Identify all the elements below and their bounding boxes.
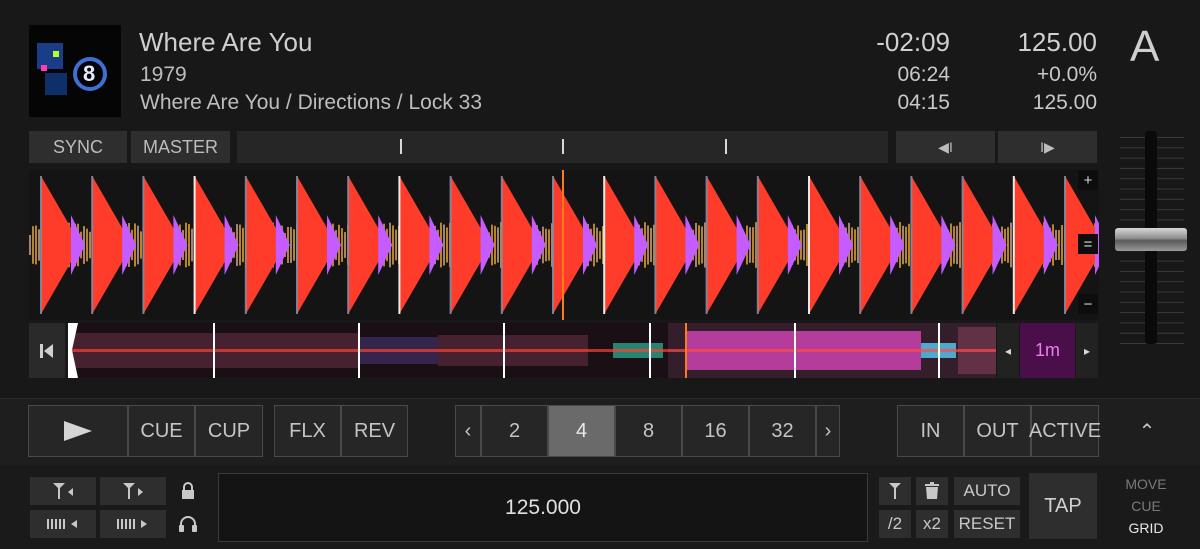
tempo-fader-knob[interactable] bbox=[1115, 228, 1187, 251]
set-grid-marker-right-icon bbox=[123, 483, 143, 499]
zoom-out-button[interactable]: − bbox=[1078, 294, 1098, 314]
loop-size-16[interactable]: 16 bbox=[682, 405, 749, 457]
grid-shift-right-button[interactable] bbox=[100, 510, 166, 538]
loop-size-display[interactable]: 1m bbox=[1020, 323, 1075, 378]
loop-active-button[interactable]: ACTIVE bbox=[1029, 405, 1101, 457]
play-icon bbox=[64, 421, 92, 441]
nudge-back-button[interactable]: ◀I bbox=[896, 131, 995, 163]
track-artist: 1979 bbox=[140, 63, 187, 86]
grid-marker-icon bbox=[889, 483, 901, 499]
loop-prev-button[interactable]: ‹ bbox=[455, 405, 481, 457]
loop-size-4[interactable]: 4 bbox=[548, 405, 615, 457]
track-overview[interactable] bbox=[68, 323, 996, 378]
play-button[interactable] bbox=[28, 405, 128, 457]
flux-button[interactable]: FLX bbox=[274, 405, 341, 457]
master-button[interactable]: MASTER bbox=[131, 131, 230, 163]
grid-shift-left-icon bbox=[47, 519, 77, 529]
pitch-display: +0.0% bbox=[1036, 63, 1097, 86]
lock-icon bbox=[182, 482, 194, 499]
skip-to-start-icon bbox=[40, 343, 53, 358]
stripe-waveform[interactable] bbox=[29, 170, 1099, 320]
zoom-reset-button[interactable]: = bbox=[1078, 234, 1098, 254]
bpm-double-button[interactable]: x2 bbox=[916, 510, 948, 538]
grid-shift-left-button[interactable] bbox=[30, 510, 96, 538]
phase-meter bbox=[237, 131, 888, 163]
loop-size-32[interactable]: 32 bbox=[749, 405, 816, 457]
track-album: Where Are You / Directions / Lock 33 bbox=[140, 91, 483, 114]
loop-in-button[interactable]: IN bbox=[897, 405, 964, 457]
mode-cue-button[interactable]: CUE bbox=[1110, 498, 1182, 514]
loop-size-2[interactable]: 2 bbox=[481, 405, 548, 457]
time-total: 06:24 bbox=[897, 63, 950, 86]
grid-shift-right-icon bbox=[117, 519, 147, 529]
sync-button[interactable]: SYNC bbox=[29, 131, 127, 163]
grid-bpm-display[interactable]: 125.000 bbox=[218, 473, 868, 542]
zoom-in-button[interactable]: + bbox=[1078, 170, 1098, 190]
reverse-button[interactable]: REV bbox=[341, 405, 408, 457]
tap-tempo-button[interactable]: TAP bbox=[1029, 473, 1097, 539]
cue-button[interactable]: CUE bbox=[128, 405, 195, 457]
grid-metronome-button[interactable] bbox=[172, 510, 204, 538]
cover-art: 8 bbox=[29, 25, 121, 117]
grid-lock-button[interactable] bbox=[172, 477, 204, 505]
track-title: Where Are You bbox=[139, 27, 313, 57]
loop-next-button[interactable]: › bbox=[816, 405, 840, 457]
auto-grid-button[interactable]: AUTO bbox=[954, 477, 1020, 505]
loop-size-8[interactable]: 8 bbox=[615, 405, 682, 457]
trash-icon bbox=[925, 482, 939, 499]
bpm-half-button[interactable]: /2 bbox=[879, 510, 911, 538]
loop-size-next-button[interactable]: ▸ bbox=[1076, 323, 1098, 378]
set-grid-marker-left-icon bbox=[53, 483, 73, 499]
headphones-icon bbox=[179, 516, 197, 532]
deck-letter: A bbox=[1130, 22, 1160, 71]
cup-button[interactable]: CUP bbox=[195, 405, 263, 457]
bpm-original: 125.00 bbox=[1032, 91, 1097, 114]
time-elapsed: 04:15 bbox=[897, 91, 950, 114]
time-remaining: -02:09 bbox=[876, 27, 950, 57]
loop-size-prev-button[interactable]: ◂ bbox=[997, 323, 1019, 378]
deck-a: 8 Where Are You 1979 Where Are You / Dir… bbox=[0, 0, 1200, 549]
collapse-button[interactable]: ⌃ bbox=[1113, 405, 1181, 457]
set-grid-marker-button[interactable] bbox=[879, 477, 911, 505]
mode-move-button[interactable]: MOVE bbox=[1110, 476, 1182, 492]
nudge-forward-button[interactable]: I▶ bbox=[998, 131, 1097, 163]
mode-grid-button[interactable]: GRID bbox=[1110, 520, 1182, 536]
deck-header: 8 Where Are You 1979 Where Are You / Dir… bbox=[0, 0, 1200, 399]
bpm-display: 125.00 bbox=[1017, 27, 1097, 57]
grid-marker-right-button[interactable] bbox=[100, 477, 166, 505]
skip-to-start-button[interactable] bbox=[29, 323, 65, 378]
loop-out-button[interactable]: OUT bbox=[964, 405, 1031, 457]
grid-marker-left-button[interactable] bbox=[30, 477, 96, 505]
delete-grid-marker-button[interactable] bbox=[916, 477, 948, 505]
grid-reset-button[interactable]: RESET bbox=[954, 510, 1020, 538]
